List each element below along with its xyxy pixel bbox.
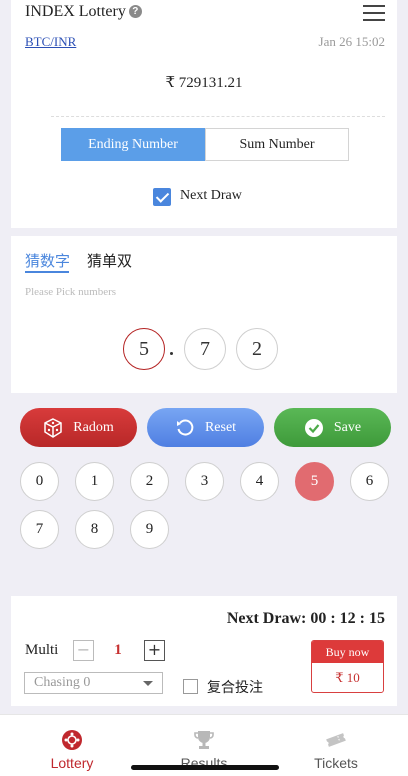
- active-tab-indicator: [25, 271, 69, 273]
- reset-button[interactable]: Reset: [147, 408, 264, 447]
- number-button-4[interactable]: 4: [240, 462, 279, 501]
- compound-bet-label[interactable]: 复合投注: [207, 677, 263, 697]
- help-icon[interactable]: ?: [128, 5, 142, 18]
- multi-label: Multi: [25, 642, 59, 658]
- nav-tickets-label: Tickets: [314, 755, 358, 771]
- increase-button[interactable]: +: [144, 640, 165, 661]
- buy-now-button[interactable]: Buy now ₹ 10: [311, 640, 384, 693]
- number-button-9[interactable]: 9: [130, 510, 169, 549]
- tab-guess-odd-even[interactable]: 猜单双: [87, 250, 132, 271]
- bet-card: Next Draw: 00 : 12 : 15 Multi − 1 + Chas…: [11, 596, 397, 706]
- number-button-8[interactable]: 8: [75, 510, 114, 549]
- ticket-icon: [326, 733, 346, 747]
- picked-ball-2[interactable]: 7: [184, 328, 226, 370]
- number-button-1[interactable]: 1: [75, 462, 114, 501]
- decimal-point: [170, 352, 173, 355]
- number-button-0[interactable]: 0: [20, 462, 59, 501]
- number-button-6[interactable]: 6: [350, 462, 389, 501]
- random-label: Radom: [73, 419, 114, 435]
- draw-datetime: Jan 26 15:02: [318, 34, 385, 49]
- next-draw-label[interactable]: Next Draw: [180, 188, 242, 204]
- home-indicator: [131, 765, 279, 770]
- reset-label: Reset: [204, 419, 237, 435]
- buy-now-label: Buy now: [312, 641, 383, 663]
- divider: [51, 116, 385, 117]
- buy-amount: ₹ 10: [335, 670, 360, 685]
- number-button-5[interactable]: 5: [295, 462, 334, 501]
- index-price: ₹ 729131.21: [165, 75, 243, 91]
- reset-icon: [176, 419, 194, 435]
- save-label: Save: [333, 419, 362, 435]
- number-button-3[interactable]: 3: [185, 462, 224, 501]
- tab-guess-number[interactable]: 猜数字: [25, 250, 70, 271]
- next-draw-checkbox[interactable]: [153, 188, 171, 206]
- number-button-2[interactable]: 2: [130, 462, 169, 501]
- menu-icon[interactable]: [363, 3, 385, 23]
- next-draw-countdown: Next Draw: 00 : 12 : 15: [226, 610, 385, 627]
- tab-ending-number[interactable]: Ending Number: [61, 128, 205, 161]
- tab-sum-number[interactable]: Sum Number: [205, 128, 349, 161]
- chasing-select[interactable]: Chasing 0: [24, 672, 163, 694]
- multi-quantity[interactable]: 1: [111, 642, 125, 659]
- number-button-7[interactable]: 7: [20, 510, 59, 549]
- page-title: INDEX Lottery?: [25, 3, 142, 21]
- random-button[interactable]: Radom: [20, 408, 137, 447]
- lottery-header-card: INDEX Lottery? BTC/INR Jan 26 15:02 ₹ 72…: [11, 0, 397, 228]
- picked-ball-3[interactable]: 2: [236, 328, 278, 370]
- compound-bet-checkbox[interactable]: [183, 679, 198, 694]
- page-title-text: INDEX Lottery: [25, 3, 126, 20]
- mode-switch: Ending Number Sum Number: [61, 128, 349, 161]
- pick-hint: Please Pick numbers: [25, 286, 117, 298]
- pick-numbers-card: 猜数字 猜单双 Please Pick numbers 5 7 2: [11, 236, 397, 393]
- decrease-button[interactable]: −: [73, 640, 94, 661]
- nav-lottery-label: Lottery: [50, 755, 94, 771]
- dice-icon: [44, 417, 63, 438]
- pair-link[interactable]: BTC/INR: [25, 34, 76, 50]
- save-button[interactable]: Save: [274, 408, 391, 447]
- picked-ball-1[interactable]: 5: [123, 328, 165, 370]
- check-circle-icon: [304, 418, 323, 437]
- lottery-wheel-icon: [62, 730, 82, 750]
- trophy-icon: [194, 731, 214, 749]
